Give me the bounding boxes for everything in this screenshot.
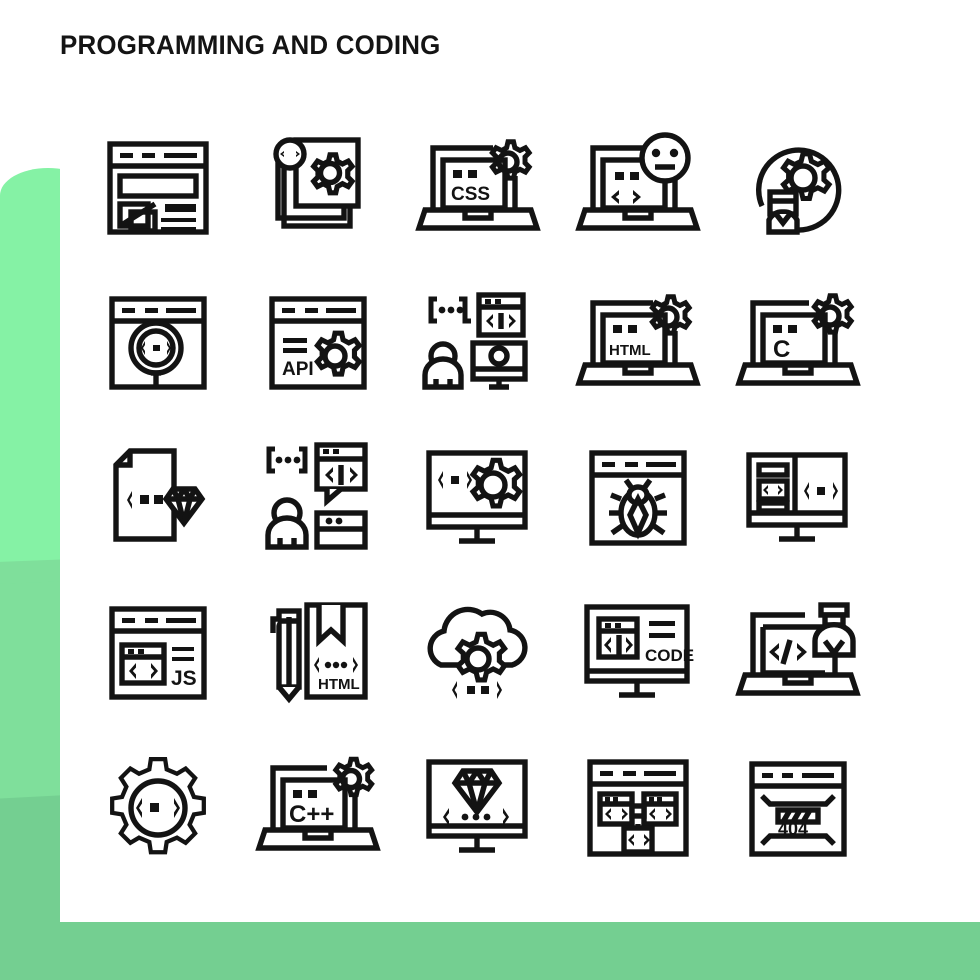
icon-cell-gear-code[interactable] xyxy=(78,730,238,885)
icon-text-404: 404 xyxy=(778,819,808,839)
document-stack-gear-icon xyxy=(273,136,361,229)
icon-text-code: CODE xyxy=(645,646,694,665)
icon-cell-browser-bug[interactable] xyxy=(558,420,718,575)
icon-cell-browser-layout[interactable] xyxy=(78,110,238,265)
page-title: PROGRAMMING AND CODING xyxy=(60,30,441,60)
icon-cell-document-stack-gear[interactable] xyxy=(238,110,398,265)
cloud-gear-code-icon xyxy=(427,606,528,699)
icon-text-cpp: C++ xyxy=(289,801,334,828)
icon-cell-browser-js[interactable]: JS xyxy=(78,575,238,730)
icon-text-html: HTML xyxy=(609,342,651,359)
icon-text-css: CSS xyxy=(451,184,490,205)
icon-text-api: API xyxy=(282,359,314,380)
icon-cell-monitor-split-code[interactable] xyxy=(718,420,878,575)
laptop-cpp-gear-icon: C++ xyxy=(255,756,381,851)
code-chat-person-icon xyxy=(265,441,368,550)
laptop-c-gear-icon: C xyxy=(735,292,861,386)
icon-cell-laptop-face[interactable] xyxy=(558,110,718,265)
icon-cell-laptop-cpp[interactable]: C++ xyxy=(238,730,398,885)
laptop-code-face-icon xyxy=(575,131,701,231)
icon-cell-laptop-student[interactable] xyxy=(718,575,878,730)
developer-monitor-icon xyxy=(422,291,528,390)
icon-cell-browser-404[interactable]: 404 xyxy=(718,730,878,885)
icon-cell-document-ruby[interactable] xyxy=(78,420,238,575)
browser-404-error-icon: 404 xyxy=(749,760,847,857)
browser-code-modules-icon xyxy=(587,758,689,857)
icon-cell-browser-api-gear[interactable]: API xyxy=(238,265,398,420)
icon-cell-monitor-code-gear[interactable] xyxy=(398,420,558,575)
laptop-html-gear-icon: HTML xyxy=(575,293,701,386)
browser-api-gear-icon: API xyxy=(269,295,367,390)
icon-cell-developer-monitor[interactable] xyxy=(398,265,558,420)
monitor-code-gear-icon xyxy=(426,449,528,544)
icon-cell-laptop-css[interactable]: CSS xyxy=(398,110,558,265)
monitor-diamond-code-icon xyxy=(426,758,528,853)
icon-cell-browser-modules[interactable] xyxy=(558,730,718,885)
icon-text-html-doc: HTML xyxy=(318,676,360,693)
icon-grid: CSS API HTML C JS HTML CODE C++ 404 xyxy=(78,110,878,885)
poster-canvas: PROGRAMMING AND CODING CSS API HTML C JS… xyxy=(0,0,980,980)
gear-code-icon xyxy=(110,756,206,854)
icon-cell-pencil-html-document[interactable]: HTML xyxy=(238,575,398,730)
browser-layout-icon xyxy=(107,140,209,235)
monitor-split-code-icon xyxy=(746,451,848,542)
icon-cell-monitor-code-label[interactable]: CODE xyxy=(558,575,718,730)
icon-cell-code-chat-person[interactable] xyxy=(238,420,398,575)
icon-cell-monitor-diamond[interactable] xyxy=(398,730,558,885)
laptop-student-code-icon xyxy=(735,601,861,696)
document-ruby-code-icon xyxy=(113,447,206,542)
icon-text-js: JS xyxy=(171,667,197,690)
pencil-html-document-icon: HTML xyxy=(270,601,368,703)
monitor-code-label-icon: CODE xyxy=(584,603,694,698)
icon-cell-laptop-html[interactable]: HTML xyxy=(558,265,718,420)
icon-cell-browser-code-search[interactable] xyxy=(78,265,238,420)
white-content-card: PROGRAMMING AND CODING CSS API HTML C JS… xyxy=(60,0,980,922)
green-bottom-band xyxy=(0,920,980,980)
icon-text-c: C xyxy=(773,336,790,363)
browser-js-icon: JS xyxy=(109,605,207,700)
icon-cell-gear-user-circle[interactable] xyxy=(718,110,878,265)
icon-cell-cloud-gear-code[interactable] xyxy=(398,575,558,730)
browser-bug-icon xyxy=(589,449,687,546)
browser-code-search-icon xyxy=(109,295,207,390)
laptop-css-gear-icon: CSS xyxy=(415,138,541,231)
gear-user-circle-icon xyxy=(756,146,842,235)
icon-cell-laptop-c[interactable]: C xyxy=(718,265,878,420)
